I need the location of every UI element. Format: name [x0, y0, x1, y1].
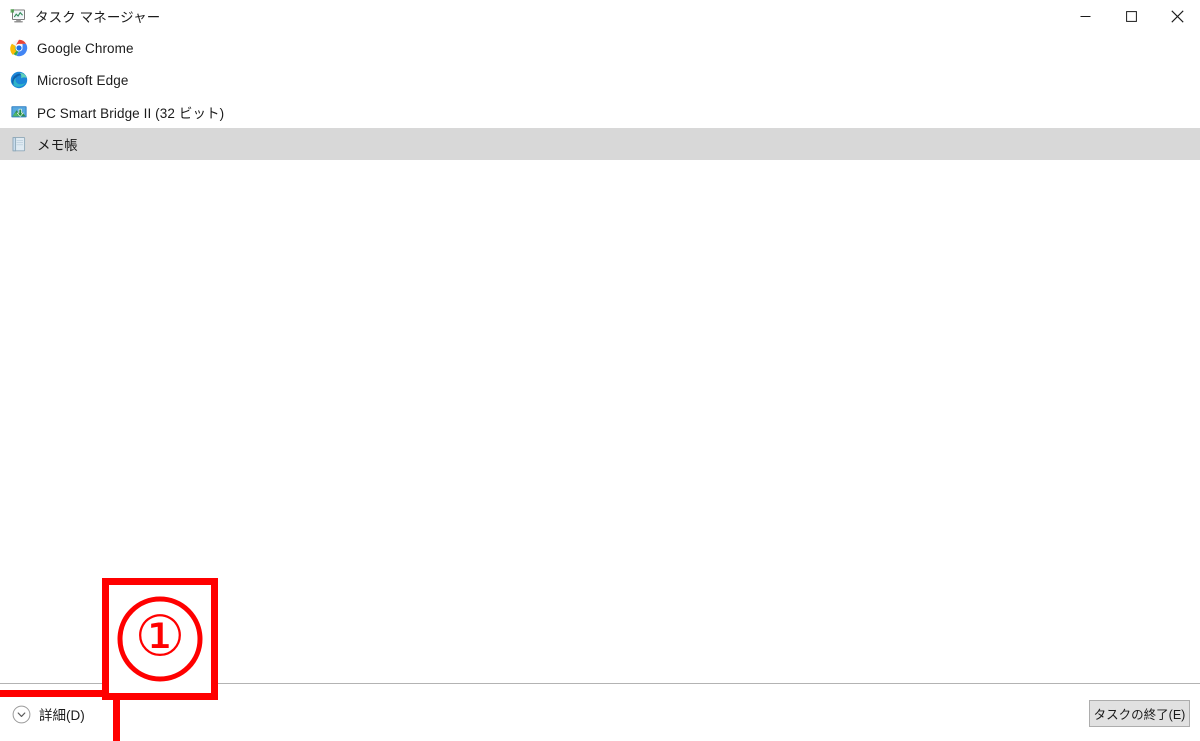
table-row-selected[interactable]: メモ帳: [0, 128, 1200, 160]
process-name: Google Chrome: [37, 40, 134, 56]
annotation-number-box: ①: [102, 578, 218, 700]
process-name: PC Smart Bridge II (32 ビット): [37, 106, 225, 121]
title-bar-left: タスク マネージャー: [0, 0, 160, 32]
task-manager-icon: [10, 8, 27, 25]
table-row[interactable]: Microsoft Edge: [0, 64, 1200, 96]
process-name: メモ帳: [37, 138, 78, 153]
minimize-button[interactable]: [1062, 0, 1108, 32]
window-title: タスク マネージャー: [35, 10, 161, 25]
close-button[interactable]: [1154, 0, 1200, 32]
table-row[interactable]: Google Chrome: [0, 32, 1200, 64]
edge-icon: [10, 71, 28, 89]
task-manager-window: タスク マネージャー Google Chrome Microsoft Edge …: [0, 0, 1200, 741]
annotation-step-number: ①: [117, 596, 203, 682]
chrome-icon: [10, 39, 28, 57]
window-controls: [1062, 0, 1200, 32]
process-name: Microsoft Edge: [37, 72, 129, 88]
table-row[interactable]: PC Smart Bridge II (32 ビット): [0, 96, 1200, 128]
title-bar: タスク マネージャー: [0, 0, 1200, 32]
pc-smart-bridge-icon: [10, 103, 28, 121]
maximize-button[interactable]: [1108, 0, 1154, 32]
notepad-icon: [10, 135, 28, 153]
end-task-button[interactable]: タスクの終了(E): [1089, 700, 1190, 727]
